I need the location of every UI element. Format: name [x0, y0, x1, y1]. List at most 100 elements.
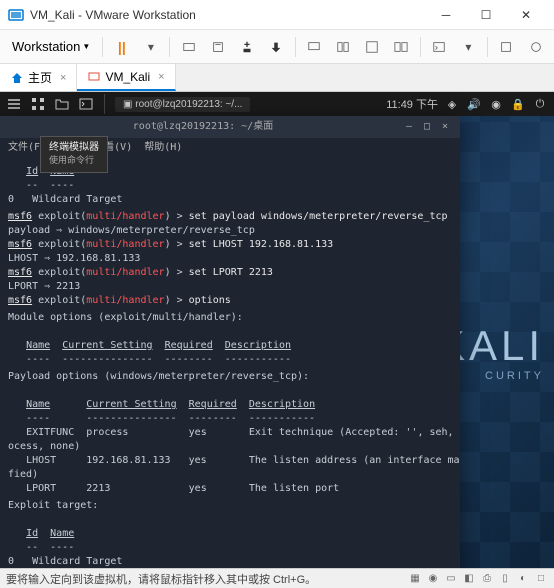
taskbar-task[interactable]: ▣ root@lzq20192213: ~/... — [115, 97, 250, 112]
prompt-exploit: exploit( — [32, 239, 86, 250]
prompt-suffix: ) > — [165, 239, 189, 250]
network-icon[interactable]: ◈ — [444, 96, 460, 112]
kali-menu-icon[interactable] — [6, 96, 22, 112]
device-icon[interactable]: ▭ — [444, 572, 458, 586]
prompt-exploit: exploit( — [32, 267, 86, 278]
td: yes — [189, 427, 207, 438]
tab-home-label: 主页 — [28, 69, 52, 86]
lock-icon[interactable]: 🔒 — [510, 96, 526, 112]
unity-button[interactable] — [389, 34, 414, 60]
tool-button-2[interactable] — [235, 34, 260, 60]
td: yes — [189, 483, 207, 494]
vmware-toolbar: Workstation ▼ || ▾ ▾ — [0, 30, 554, 64]
tooltip-sub: 使用命令行 — [49, 155, 99, 168]
prompt-module: multi/handler — [86, 295, 164, 306]
td-wrap: ocess, none) — [8, 440, 452, 454]
th: Id — [26, 528, 38, 539]
workstation-menu[interactable]: Workstation ▼ — [6, 35, 96, 58]
terminal-maximize[interactable]: □ — [418, 120, 436, 134]
fullscreen-button[interactable] — [360, 34, 385, 60]
vmware-tabs: 主页 × VM_Kali × — [0, 64, 554, 92]
terminal-body[interactable]: Id Name -- ---- 0 Wildcard Target msf6 e… — [0, 158, 460, 568]
separator — [169, 37, 170, 57]
cmd: options — [189, 295, 231, 306]
tab-vm-kali-label: VM_Kali — [105, 70, 150, 84]
td: LHOST — [26, 455, 56, 466]
tooltip-title: 终端模拟器 — [49, 141, 99, 155]
files-icon[interactable] — [54, 96, 70, 112]
workstation-menu-label: Workstation — [12, 39, 80, 54]
th: Current Setting — [62, 340, 152, 351]
tab-vm-kali[interactable]: VM_Kali × — [77, 64, 175, 91]
td: EXITFUNC — [26, 427, 74, 438]
tool-button-1[interactable] — [205, 34, 230, 60]
minimize-button[interactable]: ─ — [426, 0, 466, 30]
separator — [487, 37, 488, 57]
tool-button-4[interactable] — [494, 34, 519, 60]
th: Name — [50, 528, 74, 539]
th: Description — [249, 399, 315, 410]
menu-help[interactable]: 帮助(H) — [144, 141, 182, 155]
tool-button-5[interactable] — [523, 34, 548, 60]
td-wrap: fied) — [8, 468, 452, 482]
device-icon[interactable]: ◉ — [426, 572, 440, 586]
tool-button-3[interactable] — [264, 34, 289, 60]
terminal-minimize[interactable]: – — [400, 120, 418, 134]
device-icon[interactable]: □ — [534, 572, 548, 586]
notification-icon[interactable]: ◉ — [488, 96, 504, 112]
grid-icon[interactable] — [30, 96, 46, 112]
volume-icon[interactable]: 🔊 — [466, 96, 482, 112]
td: process — [86, 427, 128, 438]
terminal-close[interactable]: × — [436, 120, 454, 134]
console-button[interactable] — [427, 34, 452, 60]
snapshot-button[interactable] — [176, 34, 201, 60]
td: Exit technique (Accepted: '', seh, threa… — [249, 427, 460, 438]
td: The listen port — [249, 483, 339, 494]
power-dropdown[interactable]: ▾ — [138, 34, 163, 60]
maximize-button[interactable]: ☐ — [466, 0, 506, 30]
display-button-1[interactable] — [302, 34, 327, 60]
prompt-module: multi/handler — [86, 267, 164, 278]
terminal-titlebar[interactable]: root@lzq20192213: ~/桌面 – □ × — [0, 116, 460, 138]
kali-desktop[interactable]: KALI CURITY ▣ root@lzq20192213: ~/... 11… — [0, 92, 554, 568]
prompt-exploit: exploit( — [32, 211, 86, 222]
prompt-exploit: exploit( — [32, 295, 86, 306]
separator — [420, 37, 421, 57]
exploit-target-header: Exploit target: — [8, 499, 452, 513]
device-icon[interactable]: ⎙ — [480, 572, 494, 586]
terminal-panel-icon[interactable] — [78, 96, 94, 112]
terminal-window[interactable]: root@lzq20192213: ~/桌面 – □ × 文件(F) …(…) … — [0, 116, 460, 568]
window-title: VM_Kali - VMware Workstation — [30, 8, 426, 22]
device-icon[interactable]: ◧ — [462, 572, 476, 586]
output: LPORT ⇒ 2213 — [8, 280, 452, 294]
chevron-down-icon: ▼ — [82, 42, 90, 51]
vmware-status-bar: 要将输入定向到该虚拟机，请将鼠标指针移入其中或按 Ctrl+G。 ▦ ◉ ▭ ◧… — [0, 568, 554, 588]
clock[interactable]: 11:49 下午 — [386, 96, 438, 112]
status-icons: ▦ ◉ ▭ ◧ ⎙ ▯ ◐ □ — [408, 572, 548, 586]
th: Name — [26, 340, 50, 351]
close-icon[interactable]: × — [60, 72, 66, 84]
window-controls: ─ ☐ ✕ — [426, 0, 546, 30]
prompt-suffix: ) > — [165, 267, 189, 278]
td: The listen address (an interface may be … — [249, 455, 460, 466]
device-icon[interactable]: ◐ — [516, 572, 530, 586]
payload-options-header: Payload options (windows/meterpreter/rev… — [8, 370, 452, 384]
prompt: msf6 — [8, 267, 32, 278]
vm-icon — [87, 70, 101, 84]
power-icon[interactable]: ⏻ — [532, 96, 548, 112]
close-button[interactable]: ✕ — [506, 0, 546, 30]
prompt: msf6 — [8, 211, 32, 222]
pause-button[interactable]: || — [109, 34, 134, 60]
th: Current Setting — [86, 399, 176, 410]
console-dropdown[interactable]: ▾ — [456, 34, 481, 60]
panel-right: 11:49 下午 ◈ 🔊 ◉ 🔒 ⏻ — [386, 96, 548, 112]
td: yes — [189, 455, 207, 466]
display-button-2[interactable] — [331, 34, 356, 60]
terminal-menubar: 文件(F) …(…) 查看(V) 帮助(H) 终端模拟器 使用命令行 — [0, 138, 460, 158]
device-icon[interactable]: ▯ — [498, 572, 512, 586]
td: 2213 — [86, 483, 110, 494]
close-icon[interactable]: × — [158, 71, 164, 83]
device-icon[interactable]: ▦ — [408, 572, 422, 586]
cmd: set LHOST 192.168.81.133 — [189, 239, 334, 250]
tab-home[interactable]: 主页 × — [0, 64, 77, 91]
